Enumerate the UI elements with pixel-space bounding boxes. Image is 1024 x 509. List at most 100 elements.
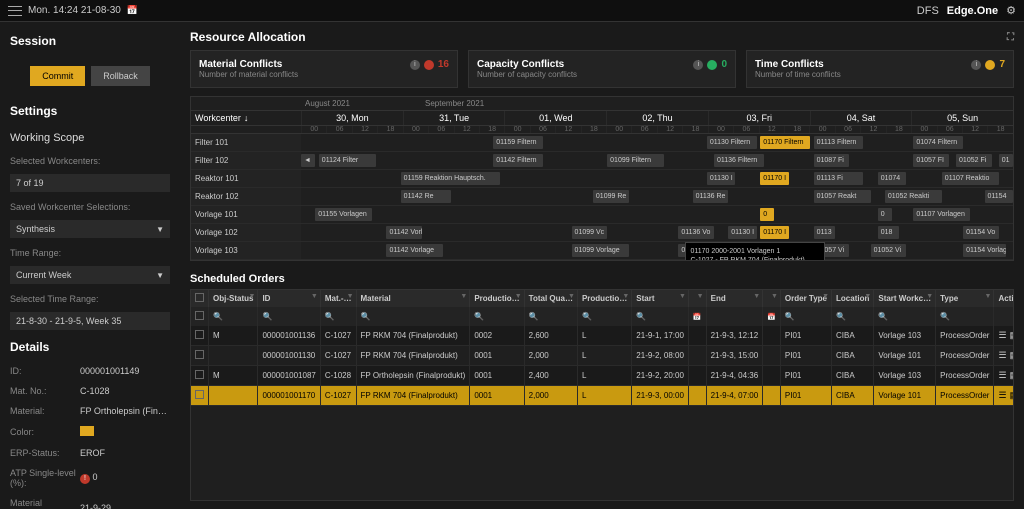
gantt-bar[interactable]: 01130 I	[728, 226, 756, 239]
search-icon[interactable]: 🔍	[636, 312, 646, 321]
search-icon[interactable]: 🔍	[940, 312, 950, 321]
gantt-bar[interactable]: 01155 Vorlagen	[315, 208, 372, 221]
col-header[interactable]: ▼	[688, 290, 706, 307]
gantt-bar[interactable]: 01170 Filtern	[760, 136, 810, 149]
gantt-bar[interactable]: 0	[760, 208, 774, 221]
search-icon[interactable]: 🔍	[213, 312, 223, 321]
filter-icon[interactable]: ▼	[679, 293, 686, 300]
gantt-bar[interactable]: 01159 Reaktion Hauptsch.	[401, 172, 501, 185]
col-header[interactable]: Productio…▼	[470, 290, 524, 307]
col-header[interactable]: Productio…▼	[577, 290, 631, 307]
filter-icon[interactable]: ▼	[460, 293, 467, 300]
filter-icon[interactable]: ▼	[822, 293, 829, 300]
gantt-bar[interactable]: 01099 Vc	[572, 226, 608, 239]
calendar-icon[interactable]: 📅	[127, 5, 138, 16]
filter-icon[interactable]: ▼	[926, 293, 933, 300]
rollback-button[interactable]: Rollback	[91, 66, 150, 86]
grid-icon[interactable]: ▦	[1010, 390, 1014, 401]
gantt-bar[interactable]: 0113	[814, 226, 835, 239]
gantt-bar[interactable]: 01113 Filtern	[814, 136, 864, 149]
checkbox[interactable]	[195, 390, 204, 399]
search-icon[interactable]: 🔍	[836, 312, 846, 321]
col-header[interactable]: Material▼	[356, 290, 470, 307]
gantt-bar[interactable]: 01154 Vo	[963, 226, 999, 239]
info-icon[interactable]: i	[971, 60, 981, 70]
selected-wc[interactable]: 7 of 19	[10, 174, 170, 192]
gantt-bar[interactable]: 01099 Re	[593, 190, 629, 203]
search-icon[interactable]: 🔍	[785, 312, 795, 321]
gantt-bar[interactable]: 01107 Vorlagen	[913, 208, 970, 221]
gantt-bar[interactable]: 01154	[985, 190, 1013, 203]
gantt-bar[interactable]: 01087 Fi	[814, 154, 850, 167]
filter-icon[interactable]: ▼	[622, 293, 629, 300]
info-icon[interactable]: i	[410, 60, 420, 70]
gantt-bar[interactable]: 018	[878, 226, 899, 239]
menu-icon[interactable]	[8, 6, 22, 16]
col-header[interactable]: Total Qua…▼	[524, 290, 577, 307]
search-icon[interactable]: 🔍	[325, 312, 335, 321]
search-icon[interactable]: 🔍	[474, 312, 484, 321]
gantt-bar[interactable]: 01130 I	[707, 172, 735, 185]
gantt-bar[interactable]: 01	[999, 154, 1013, 167]
list-icon[interactable]: ☰	[998, 390, 1006, 401]
gantt-bar[interactable]: 01057 Reakt	[814, 190, 871, 203]
list-icon[interactable]: ☰	[998, 370, 1006, 381]
filter-icon[interactable]: ▼	[864, 293, 871, 300]
gantt-bar[interactable]: 01124 Filter	[319, 154, 376, 167]
gantt-bar[interactable]: 01052 Vi	[871, 244, 907, 257]
gantt-bar[interactable]: 01159 Filtern	[493, 136, 543, 149]
filter-icon[interactable]: ▼	[753, 293, 760, 300]
gantt-bar[interactable]: ◄	[301, 154, 315, 167]
sliders-icon[interactable]: ⚙	[1006, 4, 1016, 17]
search-icon[interactable]: 🔍	[262, 312, 272, 321]
gantt-bar[interactable]: 01099 Filtern	[607, 154, 664, 167]
col-header[interactable]: ▼	[763, 290, 781, 307]
filter-icon[interactable]: ▼	[249, 293, 256, 300]
search-icon[interactable]: 🔍	[878, 312, 888, 321]
checkbox[interactable]	[195, 311, 204, 320]
filter-icon[interactable]: ▼	[347, 293, 354, 300]
gantt-bar[interactable]: 01142 Filtern	[493, 154, 543, 167]
gantt-bar[interactable]: 01052 Reakti	[885, 190, 942, 203]
filter-icon[interactable]: ▼	[568, 293, 575, 300]
col-header[interactable]: Location▼	[832, 290, 874, 307]
gantt-bar[interactable]: 01142 Vorl	[386, 226, 422, 239]
checkbox-all[interactable]	[195, 293, 204, 302]
gantt-bar[interactable]: 0	[878, 208, 892, 221]
grid-icon[interactable]: ▦	[1010, 370, 1014, 381]
gantt-bar[interactable]: 01142 Re	[401, 190, 451, 203]
calendar-icon[interactable]: 📅	[767, 314, 776, 321]
grid-icon[interactable]: ▦	[1010, 330, 1014, 341]
col-header[interactable]: Mat.-…▼	[320, 290, 356, 307]
col-header[interactable]: Type▼	[936, 290, 994, 307]
list-icon[interactable]: ☰	[998, 350, 1006, 361]
gantt-bar[interactable]: 01074	[878, 172, 906, 185]
table-row[interactable]: 000001001170C-1027FP RKM 704 (Finalprodu…	[191, 386, 1014, 406]
saved-sel-dropdown[interactable]: Synthesis▼	[10, 220, 170, 238]
info-icon[interactable]: i	[693, 60, 703, 70]
expand-icon[interactable]: ⛶	[1007, 32, 1014, 43]
col-header[interactable]: Actions	[994, 290, 1014, 307]
grid-icon[interactable]: ▦	[1010, 350, 1014, 361]
col-header[interactable]: Obj-Status▼	[209, 290, 258, 307]
checkbox[interactable]	[195, 350, 204, 359]
filter-icon[interactable]: ▼	[985, 293, 992, 300]
gantt-bar[interactable]: 01136 Re	[693, 190, 729, 203]
calendar-icon[interactable]: 📅	[693, 314, 702, 321]
gantt-bar[interactable]: 01130 Filtern	[707, 136, 757, 149]
gantt-bar[interactable]: 01107 Reaktio	[942, 172, 999, 185]
filter-icon[interactable]: ▼	[697, 293, 704, 300]
col-header[interactable]: ID▼	[258, 290, 320, 307]
col-header[interactable]: Order Type▼	[780, 290, 831, 307]
search-icon[interactable]: 🔍	[529, 312, 539, 321]
search-icon[interactable]: 🔍	[361, 312, 371, 321]
sort-icon[interactable]: ↓	[244, 113, 249, 123]
search-icon[interactable]: 🔍	[582, 312, 592, 321]
filter-icon[interactable]: ▼	[311, 293, 318, 300]
checkbox[interactable]	[195, 370, 204, 379]
gantt-bar[interactable]: 01099 Vorlage	[572, 244, 629, 257]
col-header[interactable]: Start Workc…▼	[874, 290, 936, 307]
checkbox[interactable]	[195, 330, 204, 339]
gantt-bar[interactable]: 01057 FI	[913, 154, 949, 167]
gantt-bar[interactable]: 01154 Vorlage	[963, 244, 1006, 257]
